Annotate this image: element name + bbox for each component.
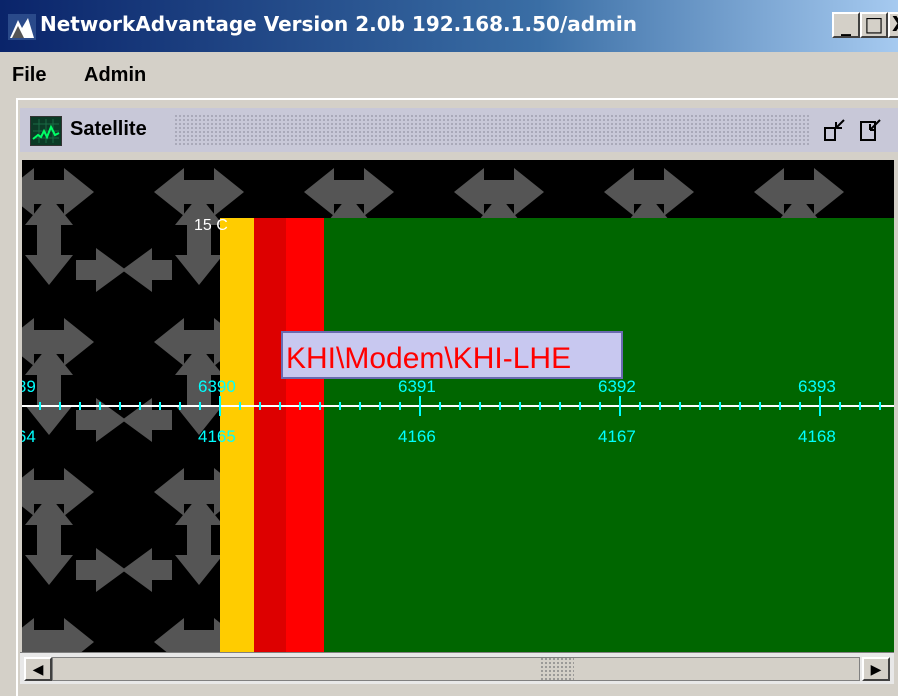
close-button[interactable]: X [888,12,898,38]
scroll-thumb[interactable] [540,657,574,681]
top-tick-label: 6391 [398,377,436,396]
bottom-tick-label: 4167 [598,427,636,446]
bottom-tick-label: 4165 [198,427,236,446]
bottom-tick-label: 4168 [798,427,836,446]
window-title-bar[interactable]: NetworkAdvantage Version 2.0b 192.168.1.… [0,0,898,52]
maximize-frame-icon[interactable] [858,114,884,144]
maximize-button[interactable]: □ [860,12,888,38]
top-tick-label: 6390 [198,377,236,396]
bottom-tick-label: 4166 [398,427,436,446]
scroll-left-button[interactable]: ◀ [24,657,52,681]
scroll-right-button[interactable]: ▶ [862,657,890,681]
spectrum-icon [30,116,62,146]
top-tick-label: 6392 [598,377,636,396]
minimize-button[interactable]: _ [832,12,860,38]
panel-title-grip [174,114,810,146]
band-red-dark [254,218,286,652]
menu-file[interactable]: File [12,64,46,87]
app-icon [8,14,36,40]
bottom-tick-label: 4164 [22,427,36,446]
band-red [286,218,324,652]
top-tick-label: 6393 [798,377,836,396]
temperature-label: 15 C [194,217,228,234]
iconify-frame-icon[interactable] [822,114,848,144]
top-tick-label: 6389 [22,377,36,396]
spectrum-chart: 15 C 6389 4164 6390 4165 6391 4166 6392 4167 6393… [22,217,894,652]
carrier-label: KHI\Modem\KHI-LHE [286,342,571,375]
panel-title: Satellite [70,118,147,140]
menu-bar: File Admin [0,56,898,92]
window-title: NetworkAdvantage Version 2.0b 192.168.1.… [40,12,638,36]
scroll-track[interactable] [52,657,860,681]
spectrum-plot[interactable]: 15 C 6389 4164 6390 4165 6391 4166 6392 4167 6393… [22,160,894,652]
menu-admin[interactable]: Admin [84,64,146,87]
horizontal-scrollbar[interactable]: ◀ ▶ [20,652,894,684]
